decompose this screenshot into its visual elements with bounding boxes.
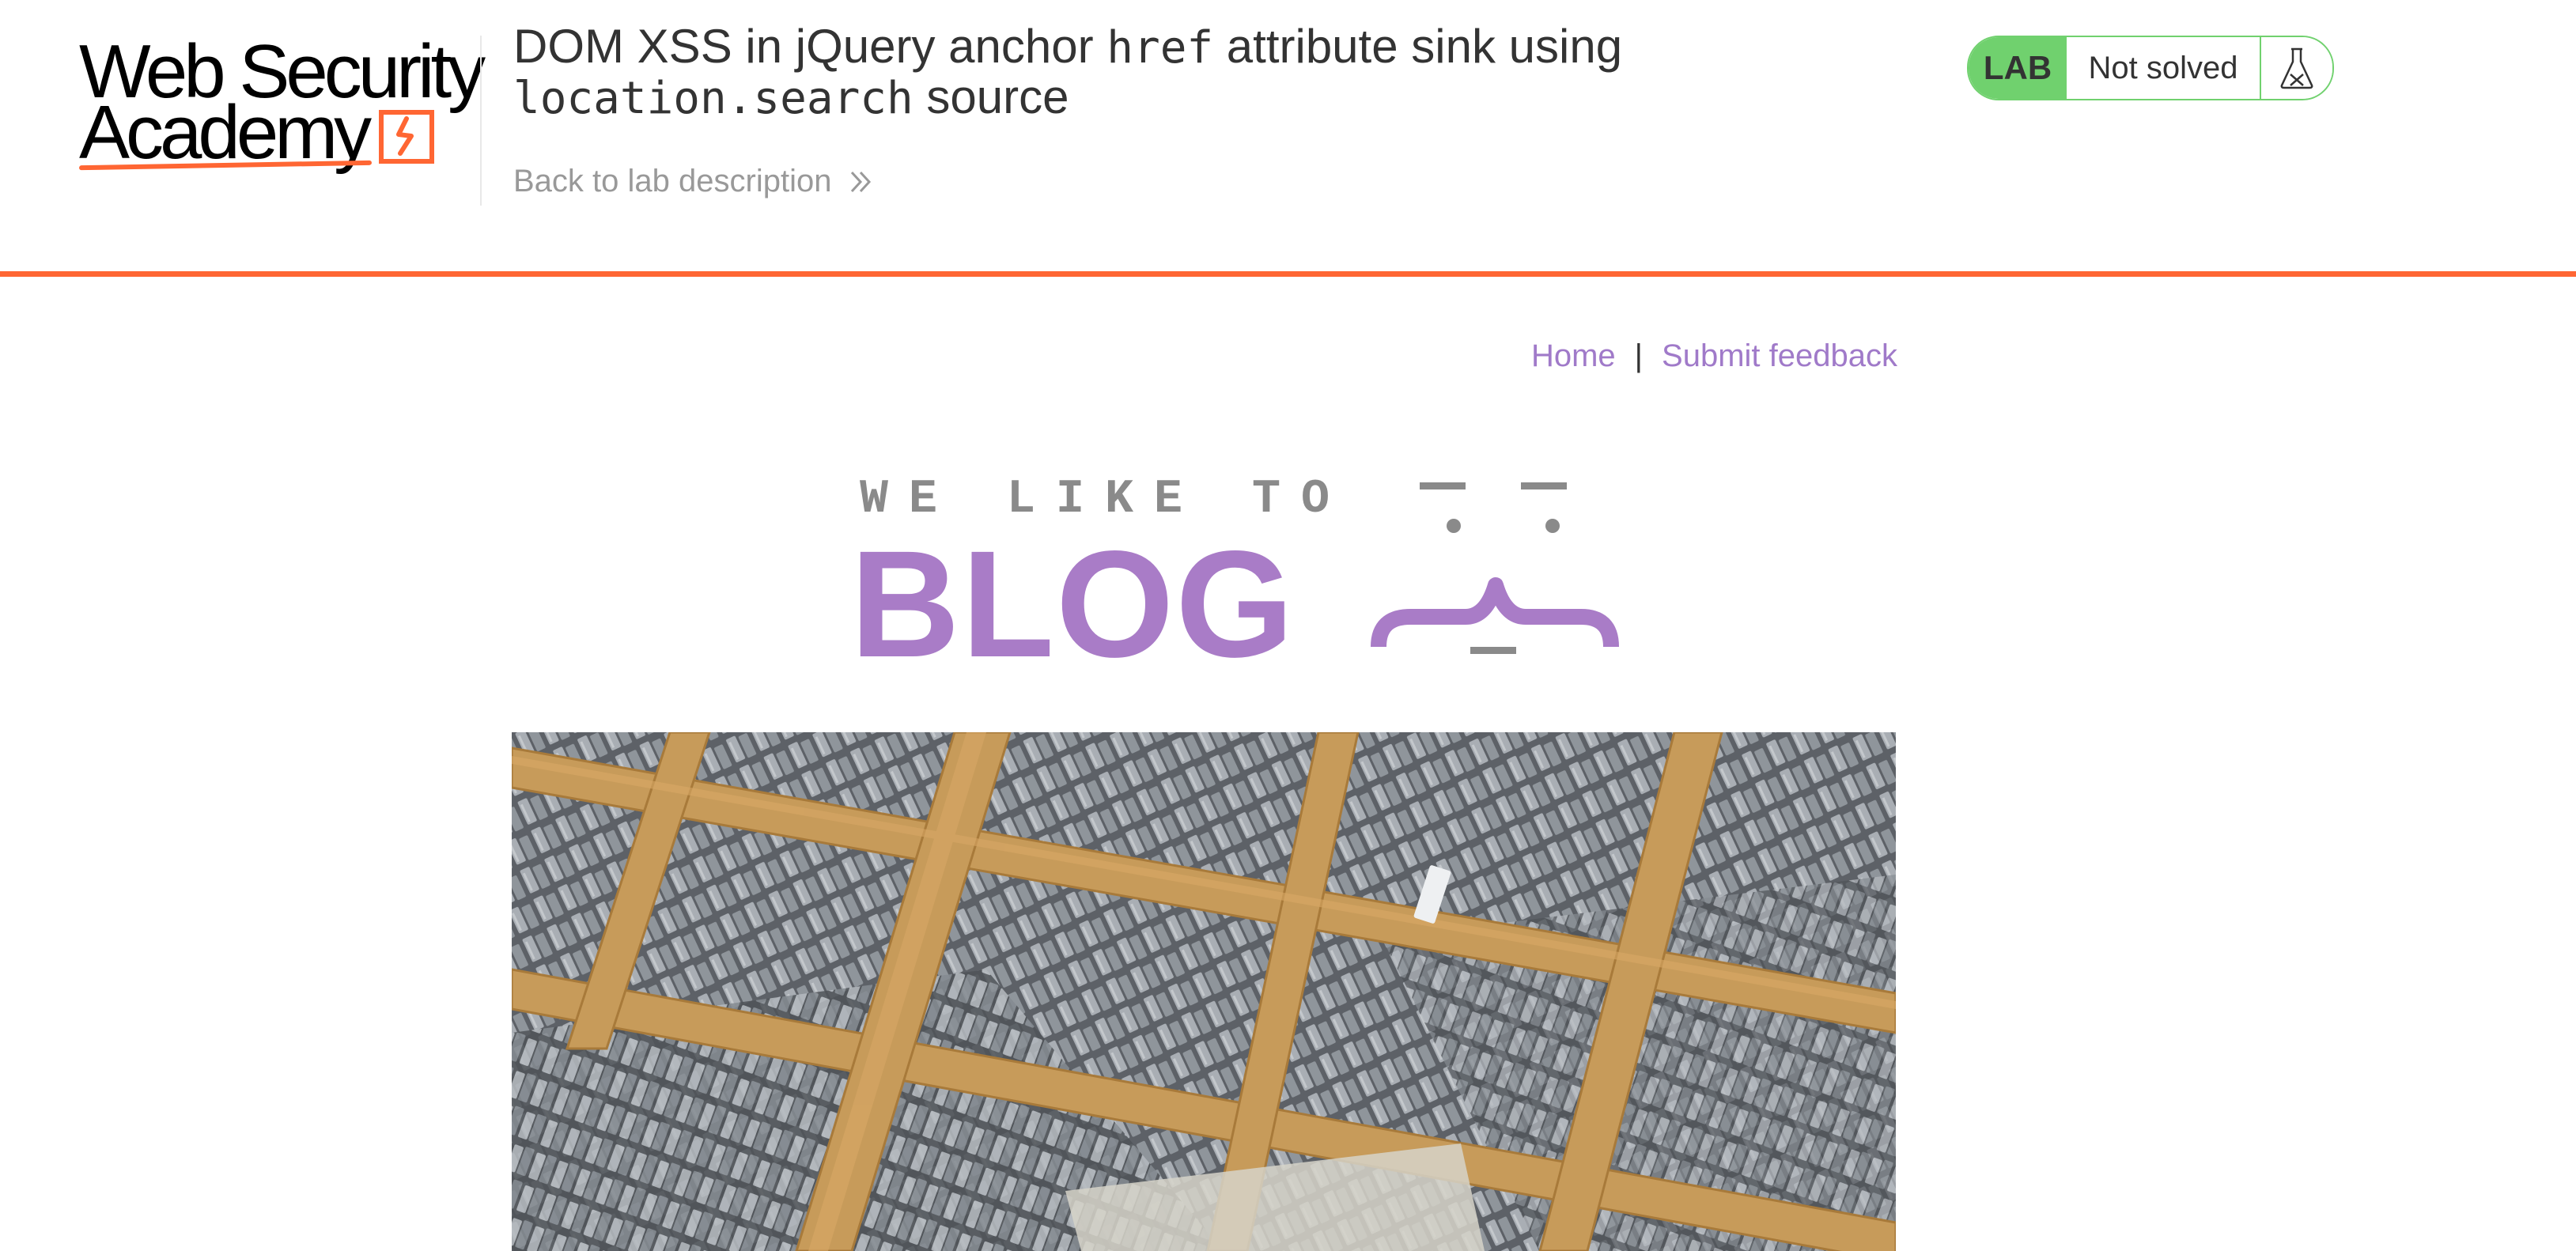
logo-lightning-box-icon [379, 110, 434, 164]
flask-icon [2260, 37, 2332, 99]
header-accent-bar [0, 271, 2576, 277]
top-nav: Home | Submit feedback [1527, 338, 1897, 374]
back-to-lab-description-link[interactable]: Back to lab description [513, 164, 876, 199]
hero-image-letterpress-type [512, 732, 1896, 1251]
double-chevron-right-icon [851, 171, 872, 192]
nav-separator: | [1634, 338, 1644, 373]
nav-submit-feedback-link[interactable]: Submit feedback [1662, 338, 1897, 374]
lab-badge: LAB [1969, 37, 2067, 99]
curly-brace-face-icon [1371, 482, 1619, 654]
logo-line-2: Academy [79, 90, 372, 175]
lab-title: DOM XSS in jQuery anchor href attribute … [513, 20, 1623, 124]
banner-title: BLOG [850, 519, 1296, 689]
lab-status-text: Not solved [2088, 50, 2238, 85]
lab-status-widget: LAB Not solved [1967, 36, 2334, 100]
lab-header: Web Security Academy DOM XSS in jQuery a… [0, 0, 2576, 271]
back-link-label: Back to lab description [513, 164, 832, 198]
nav-home-link[interactable]: Home [1531, 338, 1616, 374]
blog-banner: WE LIKE TO BLOG [850, 467, 1619, 680]
web-security-academy-logo[interactable]: Web Security Academy [78, 30, 486, 180]
header-divider [480, 36, 482, 206]
